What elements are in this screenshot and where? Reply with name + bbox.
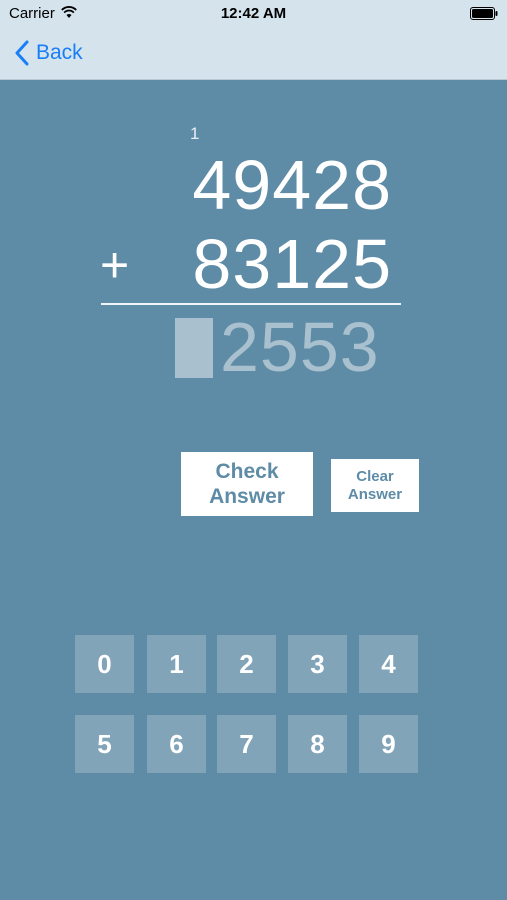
key-5[interactable]: 5 — [75, 715, 134, 773]
second-addend: 83125 — [192, 225, 392, 303]
plus-operator: + — [100, 237, 130, 293]
sum-line — [101, 303, 401, 305]
carry-digit: 1 — [190, 124, 200, 143]
clear-answer-label-line2: Answer — [347, 485, 403, 503]
first-addend: 49428 — [192, 146, 392, 224]
key-2[interactable]: 2 — [217, 635, 276, 693]
battery-icon — [470, 7, 498, 20]
back-button[interactable]: Back — [14, 38, 83, 68]
key-7[interactable]: 7 — [217, 715, 276, 773]
status-bar: Carrier 12:42 AM — [0, 0, 507, 28]
key-3[interactable]: 3 — [288, 635, 347, 693]
clear-answer-button[interactable]: Clear Answer — [331, 459, 419, 512]
clear-answer-label-line1: Clear — [356, 467, 394, 485]
answer-cursor-box[interactable] — [175, 318, 213, 378]
number-keypad: 0 1 2 3 4 5 6 7 8 9 — [75, 635, 420, 775]
check-answer-label-line2: Answer — [209, 485, 285, 508]
navigation-bar: Back — [0, 28, 507, 80]
key-0[interactable]: 0 — [75, 635, 134, 693]
answer-digits: 2553 — [220, 308, 380, 386]
key-8[interactable]: 8 — [288, 715, 347, 773]
check-answer-button[interactable]: Check Answer — [181, 452, 313, 516]
key-6[interactable]: 6 — [147, 715, 206, 773]
key-4[interactable]: 4 — [359, 635, 418, 693]
back-label: Back — [36, 41, 83, 64]
check-answer-label-line1: Check — [215, 460, 279, 483]
key-9[interactable]: 9 — [359, 715, 418, 773]
chevron-left-icon — [15, 40, 29, 66]
key-1[interactable]: 1 — [147, 635, 206, 693]
clock: 12:42 AM — [220, 5, 287, 22]
